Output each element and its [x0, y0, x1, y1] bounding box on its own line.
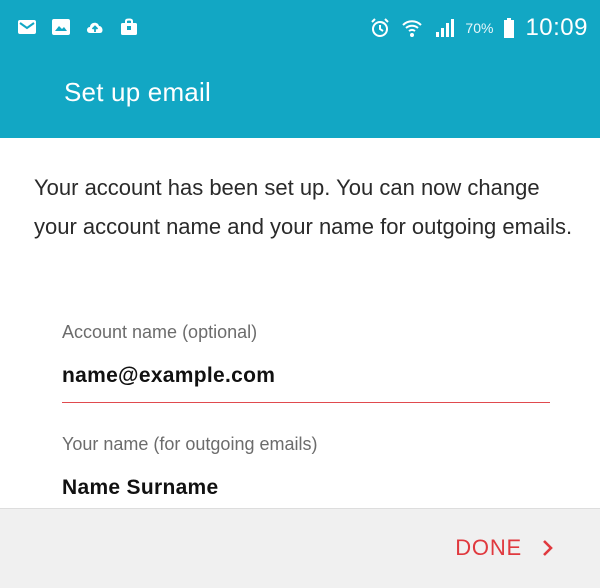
- app-bar: Set up email: [0, 56, 600, 138]
- notification-icons: [16, 16, 140, 38]
- wifi-icon: [401, 17, 423, 39]
- chevron-right-icon: [540, 540, 556, 556]
- system-icons: 70% 10:09: [369, 14, 588, 42]
- done-label: DONE: [455, 535, 522, 560]
- setup-description: Your account has been set up. You can no…: [34, 175, 573, 239]
- status-bar: 70% 10:09: [0, 0, 600, 56]
- done-button[interactable]: DONE: [455, 535, 556, 561]
- clock: 10:09: [525, 14, 588, 41]
- account-name-underline: [62, 402, 550, 403]
- battery-icon: [503, 17, 515, 39]
- account-name-input[interactable]: name@example.com: [62, 364, 275, 388]
- bottom-bar: DONE: [0, 508, 600, 588]
- account-name-label: Account name (optional): [62, 322, 258, 342]
- your-name-label: Your name (for outgoing emails): [62, 434, 318, 454]
- signal-icon: [433, 17, 455, 39]
- image-icon: [50, 16, 72, 38]
- email-icon: [16, 16, 38, 38]
- battery-percentage: 70%: [465, 20, 494, 36]
- cloud-upload-icon: [84, 16, 106, 38]
- page-title: Set up email: [64, 77, 211, 107]
- setup-form: Your account has been set up. You can no…: [0, 138, 600, 508]
- shopping-bag-icon: [118, 16, 140, 38]
- your-name-input[interactable]: Name Surname: [62, 476, 219, 500]
- alarm-icon: [369, 17, 391, 39]
